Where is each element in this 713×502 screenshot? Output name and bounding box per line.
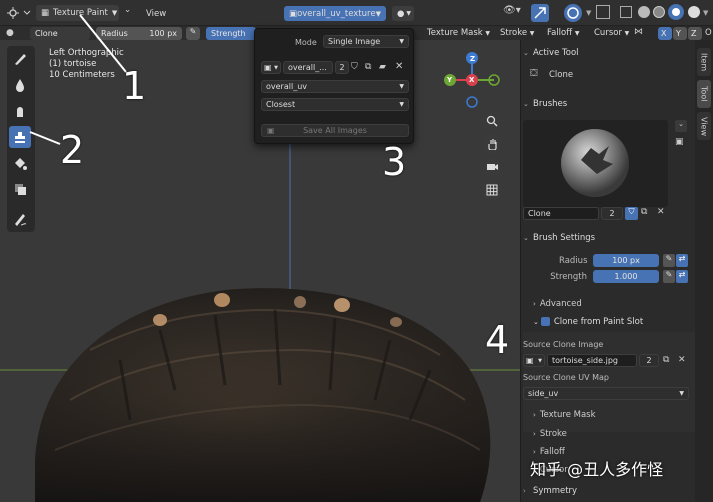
annotation-2: 2 <box>60 128 85 172</box>
annotation-arrows <box>29 14 127 145</box>
annotation-4: 4 <box>485 318 510 362</box>
watermark: 知乎 @丑人多作怪 <box>530 460 664 479</box>
annotation-1: 1 <box>122 64 147 108</box>
annotation-3: 3 <box>382 140 407 184</box>
